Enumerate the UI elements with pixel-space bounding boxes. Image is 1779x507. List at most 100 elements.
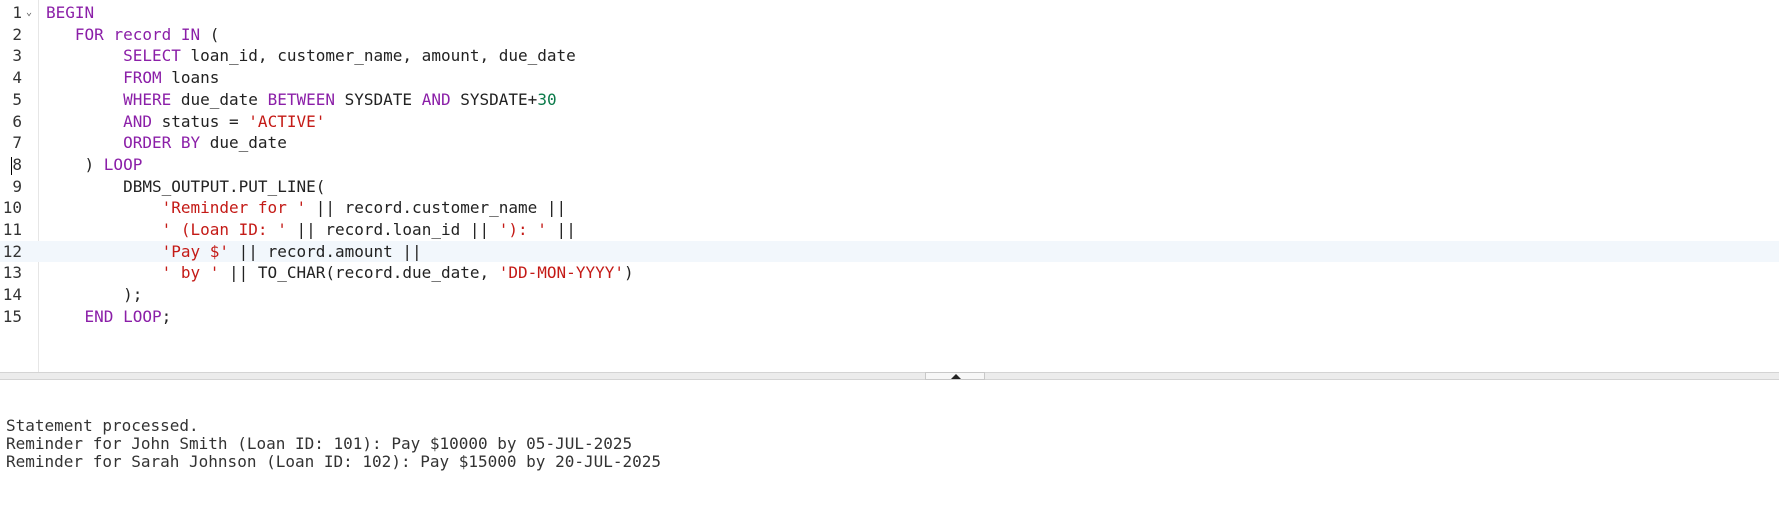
output-line: Reminder for Sarah Johnson (Loan ID: 102… [6, 452, 662, 471]
code-token: ) [623, 263, 634, 283]
code-line[interactable]: 14 ); [0, 284, 1779, 306]
panel-splitter[interactable] [0, 372, 1779, 380]
line-number: 10 [2, 198, 22, 218]
code-text: AND status = 'ACTIVE' [46, 111, 325, 133]
code-text: ORDER BY due_date [46, 132, 287, 154]
keyword-token: SELECT [123, 46, 181, 66]
code-token: ) [46, 154, 104, 174]
line-number: 3 [12, 46, 22, 66]
code-line[interactable]: 11 ' (Loan ID: ' || record.loan_id || ')… [0, 219, 1779, 241]
code-line[interactable]: 8 ) LOOP [0, 154, 1779, 176]
code-token: due_date [200, 133, 287, 153]
code-token: due_date [171, 89, 268, 109]
keyword-token: record [113, 24, 172, 44]
splitter-handle[interactable] [925, 372, 985, 380]
code-token: loan_id, customer_name, amount, due_date [180, 46, 576, 66]
number-token: 30 [537, 89, 557, 109]
code-token: DBMS_OUTPUT.PUT_LINE( [46, 176, 326, 196]
string-token: ' by ' [161, 263, 220, 283]
string-token: 'Pay $' [161, 241, 230, 261]
line-number: 2 [12, 24, 22, 44]
code-line[interactable]: 2 FOR record IN ( [0, 24, 1779, 46]
code-line[interactable]: 9 DBMS_OUTPUT.PUT_LINE( [0, 176, 1779, 198]
keyword-token: LOOP [103, 154, 143, 174]
fold-toggle-icon[interactable]: ⌄ [26, 2, 32, 24]
code-token: SYSDATE [335, 89, 422, 109]
code-text: 'Pay $' || record.amount || [46, 241, 422, 263]
line-number: 13 [2, 263, 22, 283]
code-token: || record.amount || [229, 241, 422, 261]
string-token: 'ACTIVE' [248, 111, 326, 131]
string-token: '): ' [498, 220, 547, 239]
code-line[interactable]: 4 FROM loans [0, 67, 1779, 89]
line-number: 9 [12, 176, 22, 196]
code-line[interactable]: 5 WHERE due_date BETWEEN SYSDATE AND SYS… [0, 89, 1779, 111]
text-caret [11, 156, 12, 175]
string-token: 'Reminder for ' [161, 198, 307, 218]
code-line[interactable]: 3 SELECT loan_id, customer_name, amount,… [0, 45, 1779, 67]
code-token: loans [161, 68, 220, 88]
keyword-token: ORDER BY [123, 133, 201, 153]
keyword-token: FROM [123, 68, 162, 88]
output-panel: Statement processed. Reminder for John S… [0, 380, 1779, 507]
keyword-token: IN [180, 24, 201, 44]
code-line[interactable]: 1 ⌄ BEGIN [0, 2, 1779, 24]
code-text: END LOOP; [46, 306, 172, 328]
code-line[interactable]: 7 ORDER BY due_date [0, 132, 1779, 154]
code-text: FOR record IN ( [46, 24, 220, 46]
code-token: || TO_CHAR(record.due_date, [219, 263, 499, 283]
code-text: FROM loans [46, 67, 219, 89]
keyword-token: AND [123, 111, 152, 131]
output-line: Reminder for John Smith (Loan ID: 101): … [6, 434, 633, 453]
keyword-token: AND [421, 89, 451, 109]
code-text: DBMS_OUTPUT.PUT_LINE( [46, 176, 325, 198]
keyword-token: FOR [74, 24, 104, 44]
code-line[interactable]: 15 END LOOP; [0, 306, 1779, 328]
code-text: SELECT loan_id, customer_name, amount, d… [46, 45, 576, 67]
code-text: 'Reminder for ' || record.customer_name … [46, 197, 567, 219]
code-text: ) LOOP [46, 154, 143, 176]
line-number: 5 [12, 89, 22, 109]
code-token: SYSDATE+ [450, 89, 538, 109]
line-number: 4 [12, 68, 22, 88]
code-token: || record.loan_id || [286, 220, 499, 239]
line-number: 14 [2, 285, 22, 305]
code-token: ; [161, 306, 172, 326]
keyword-token: WHERE [123, 89, 172, 109]
code-token: || [546, 220, 576, 239]
line-number: 15 [2, 306, 22, 326]
code-token: || record.customer_name || [306, 198, 567, 218]
code-editor[interactable]: 1 ⌄ BEGIN 2 FOR record IN (3 SELECT loan_id… [0, 0, 1779, 372]
keyword-token: BETWEEN [267, 89, 335, 109]
output-line: Statement processed. [6, 416, 199, 435]
code-token: ); [46, 285, 143, 305]
code-text: WHERE due_date BETWEEN SYSDATE AND SYSDA… [46, 89, 557, 111]
code-line[interactable]: 10 'Reminder for ' || record.customer_na… [0, 197, 1779, 219]
line-number: 6 [12, 111, 22, 131]
code-token: ( [200, 24, 220, 44]
code-token: status = [151, 111, 249, 131]
triangle-up-icon [951, 374, 961, 379]
code-line[interactable]: 13 ' by ' || TO_CHAR(record.due_date, 'D… [0, 262, 1779, 284]
code-text: ); [46, 284, 142, 306]
code-text: ' by ' || TO_CHAR(record.due_date, 'DD-M… [46, 262, 634, 284]
line-number: 7 [12, 133, 22, 153]
string-token: ' (Loan ID: ' [161, 220, 287, 239]
code-line[interactable]: 12 'Pay $' || record.amount || [0, 240, 1779, 263]
keyword-token: END LOOP [84, 306, 162, 326]
code-text: ' (Loan ID: ' || record.loan_id || '): '… [46, 219, 576, 241]
code-line[interactable]: 6 AND status = 'ACTIVE' [0, 111, 1779, 133]
